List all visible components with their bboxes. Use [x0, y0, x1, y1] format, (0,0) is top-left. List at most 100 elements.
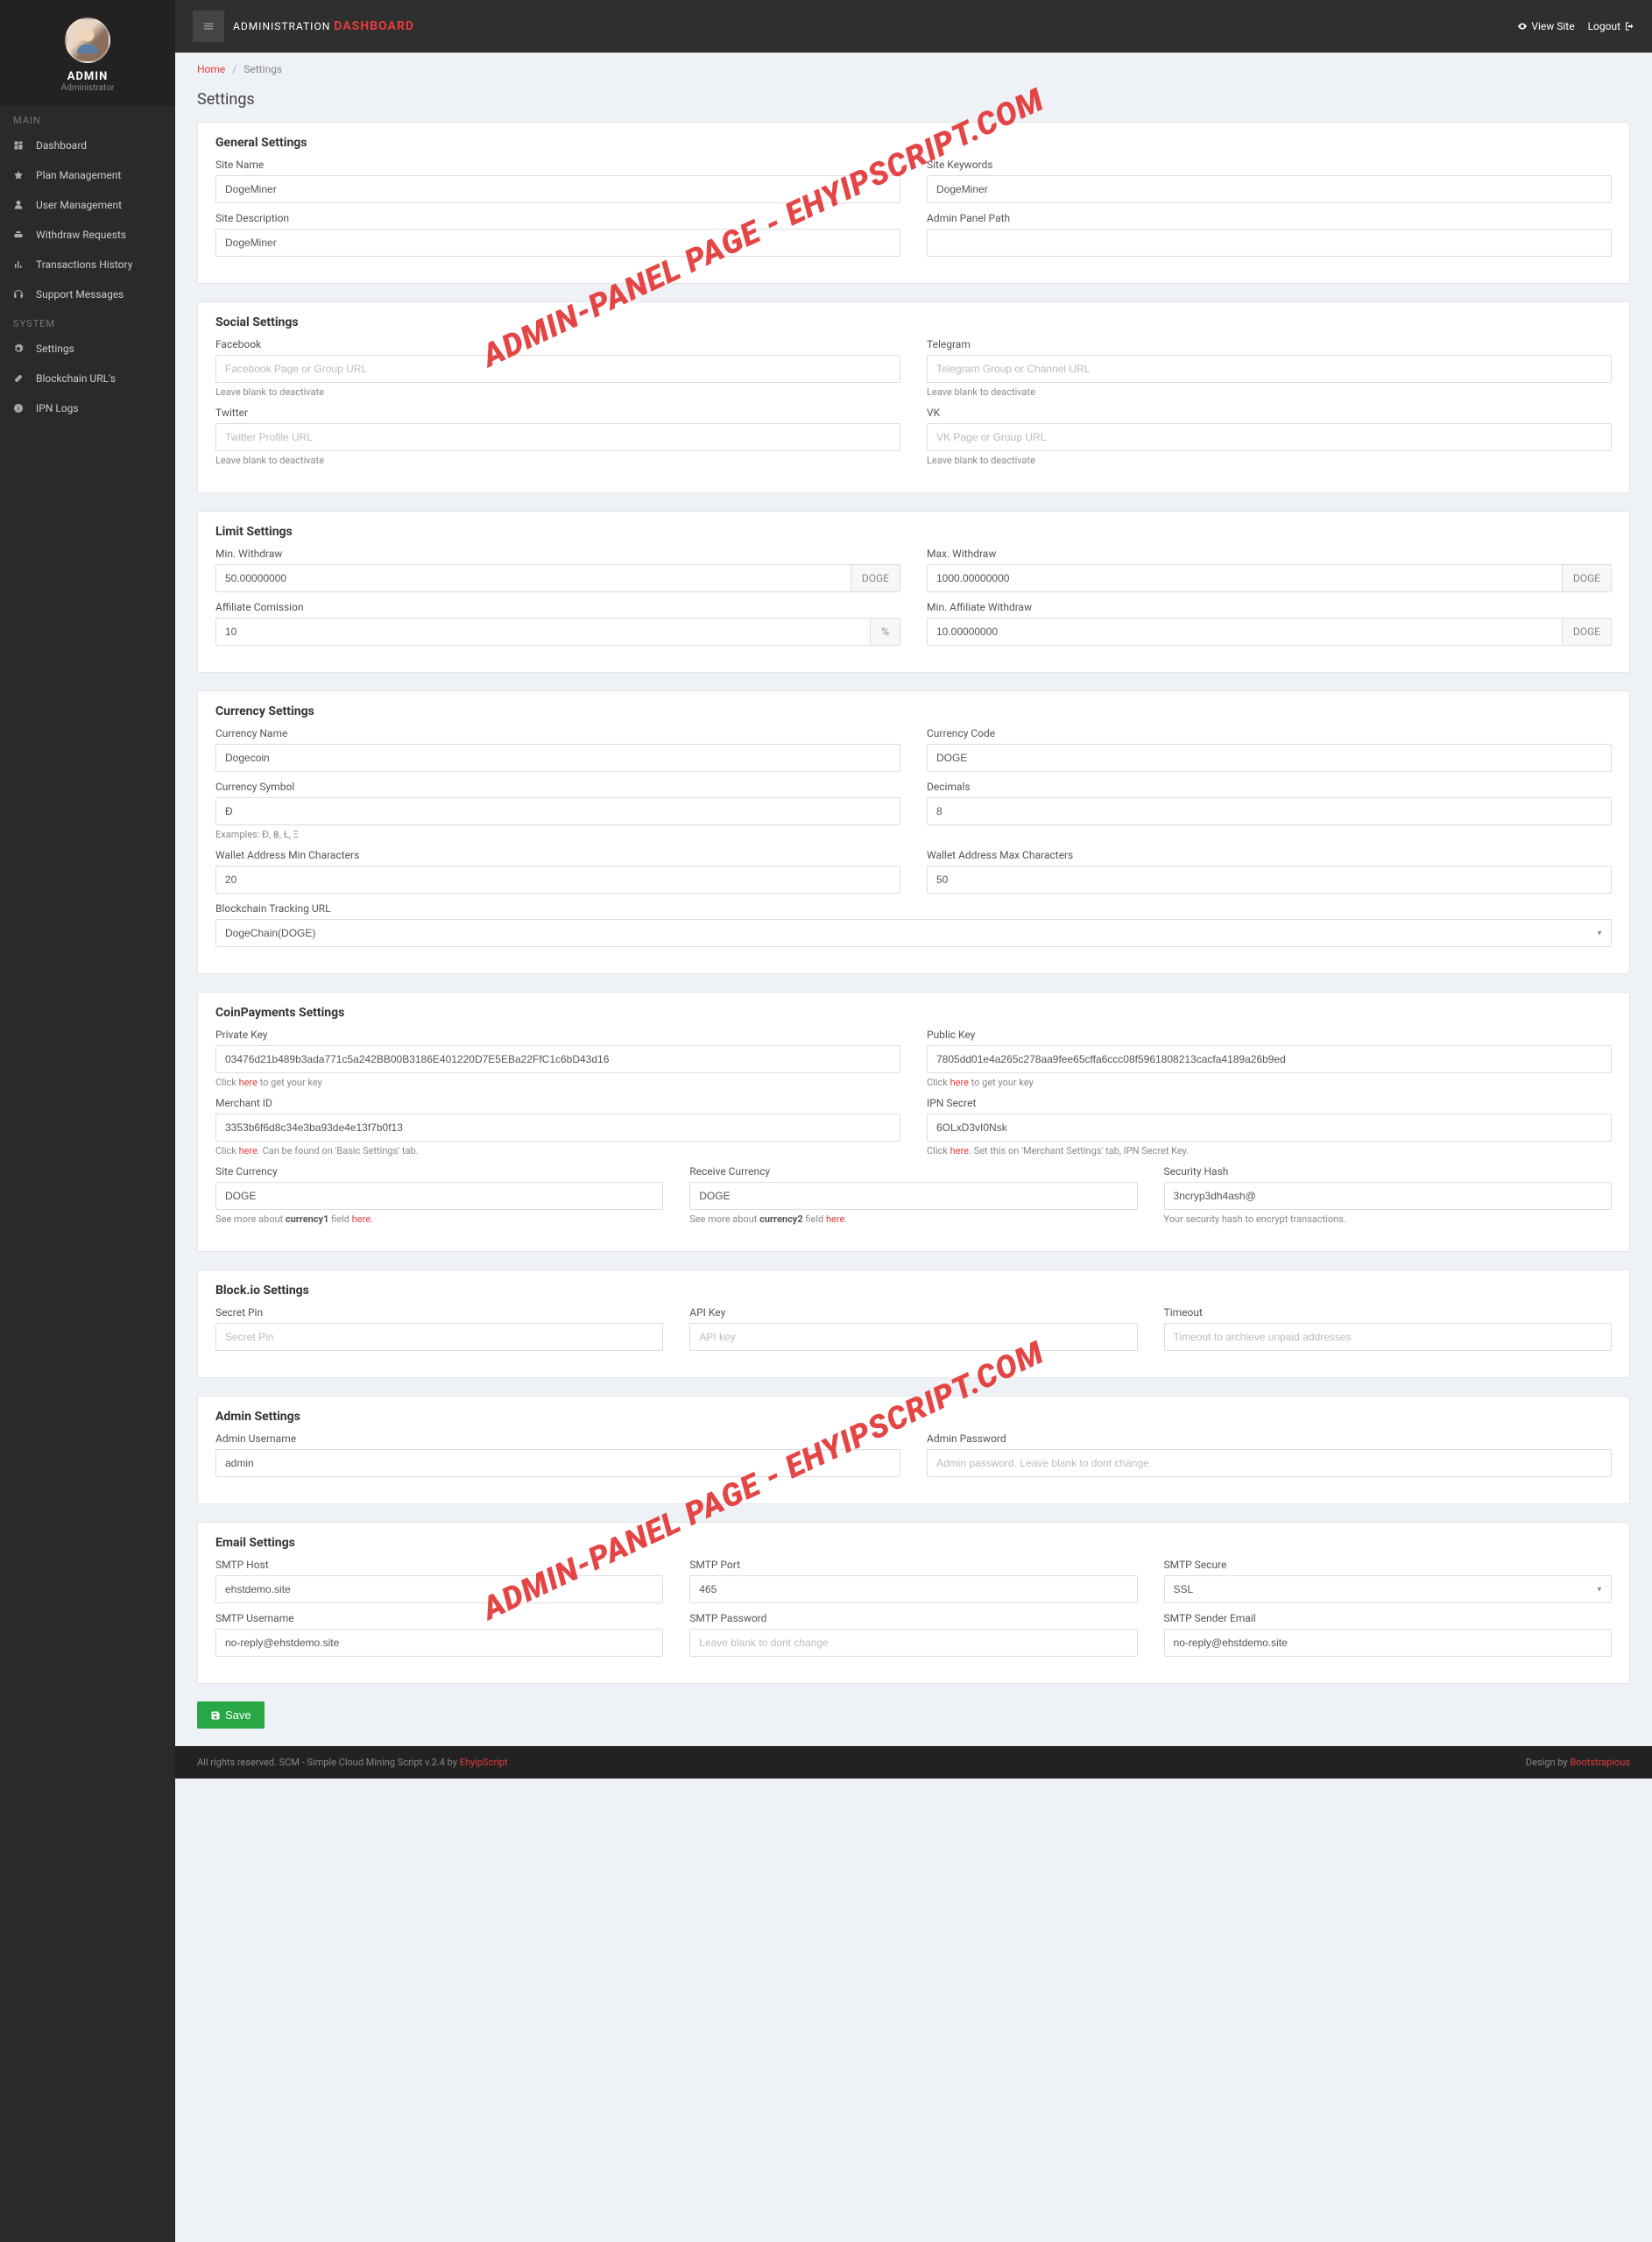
- sidebar-item-withdraw-requests[interactable]: Withdraw Requests: [0, 220, 175, 250]
- merchant-help-link[interactable]: here: [239, 1145, 258, 1156]
- site-cur-help-link[interactable]: here: [352, 1213, 371, 1225]
- ipn-help-link[interactable]: here: [950, 1145, 969, 1156]
- merchant-id-input[interactable]: [215, 1114, 900, 1142]
- plan-icon: [13, 170, 29, 180]
- profile-role: Administrator: [9, 83, 166, 93]
- brand-prefix: ADMINISTRATION: [233, 20, 330, 32]
- ipn-secret-input[interactable]: [927, 1114, 1612, 1142]
- sidebar-item-label: IPN Logs: [36, 402, 79, 414]
- max-withdraw-input[interactable]: [927, 564, 1562, 592]
- sidebar-item-label: Withdraw Requests: [36, 229, 126, 241]
- site-name-input[interactable]: [215, 175, 900, 203]
- sidebar-item-label: Plan Management: [36, 169, 121, 181]
- topbar: ADMINISTRATION DASHBOARD View Site Logou…: [175, 0, 1652, 53]
- sidebar-item-user-management[interactable]: User Management: [0, 190, 175, 220]
- facebook-input[interactable]: [215, 355, 900, 383]
- sidebar-heading-main: MAIN: [0, 106, 175, 131]
- footer: All rights reserved. SCM - Simple Cloud …: [175, 1746, 1652, 1779]
- email-settings-card: Email Settings SMTP Host SMTP Port SMTP …: [197, 1522, 1630, 1684]
- currency-name-input[interactable]: [215, 744, 900, 772]
- user-icon: [13, 200, 29, 210]
- save-button[interactable]: Save: [197, 1701, 265, 1729]
- blockchain-tracking-select[interactable]: DogeChain(DOGE): [215, 919, 1612, 947]
- smtp-username-input[interactable]: [215, 1629, 663, 1657]
- coinpayments-settings-card: CoinPayments Settings Private KeyClick h…: [197, 992, 1630, 1252]
- min-aff-withdraw-input[interactable]: [927, 618, 1562, 646]
- brand: ADMINISTRATION DASHBOARD: [233, 19, 414, 33]
- breadcrumb-home[interactable]: Home: [197, 63, 225, 75]
- sidebar-item-blockchain-url-s[interactable]: Blockchain URL's: [0, 364, 175, 393]
- smtp-secure-select[interactable]: SSL: [1164, 1575, 1612, 1603]
- footer-right-link[interactable]: Bootstrapious: [1570, 1757, 1630, 1768]
- breadcrumb: Home / Settings: [175, 53, 1652, 86]
- twitter-input[interactable]: [215, 423, 900, 451]
- menu-toggle[interactable]: [193, 11, 224, 42]
- smtp-password-input[interactable]: [689, 1629, 1137, 1657]
- sidebar-profile: ADMIN Administrator: [0, 0, 175, 106]
- wallet-max-chars-input[interactable]: [927, 866, 1612, 894]
- site-currency-input[interactable]: [215, 1182, 663, 1210]
- public-key-input[interactable]: [927, 1045, 1612, 1073]
- admin-path-input[interactable]: [927, 229, 1612, 257]
- currency-code-input[interactable]: [927, 744, 1612, 772]
- smtp-sender-input[interactable]: [1164, 1629, 1612, 1657]
- min-withdraw-input[interactable]: [215, 564, 851, 592]
- wallet-min-chars-input[interactable]: [215, 866, 900, 894]
- sidebar-item-label: Support Messages: [36, 288, 124, 301]
- support-icon: [13, 289, 29, 300]
- admin-settings-card: Admin Settings Admin Username Admin Pass…: [197, 1396, 1630, 1504]
- affiliate-input[interactable]: [215, 618, 870, 646]
- profile-name: ADMIN: [9, 70, 166, 83]
- secret-pin-input[interactable]: [215, 1323, 663, 1351]
- smtp-port-input[interactable]: [689, 1575, 1137, 1603]
- sidebar-item-label: Blockchain URL's: [36, 372, 116, 385]
- avatar: [65, 18, 110, 63]
- info-icon: [13, 403, 29, 414]
- currency-settings-card: Currency Settings Currency Name Currency…: [197, 690, 1630, 974]
- security-hash-input[interactable]: [1164, 1182, 1612, 1210]
- blockio-settings-card: Block.io Settings Secret Pin API Key Tim…: [197, 1270, 1630, 1378]
- social-settings-card: Social Settings Facebook Leave blank to …: [197, 301, 1630, 493]
- sidebar-item-ipn-logs[interactable]: IPN Logs: [0, 393, 175, 423]
- timeout-input[interactable]: [1164, 1323, 1612, 1351]
- private-key-input[interactable]: [215, 1045, 900, 1073]
- sidebar-item-transactions-history[interactable]: Transactions History: [0, 250, 175, 279]
- sidebar-item-settings[interactable]: Settings: [0, 334, 175, 364]
- admin-password-input[interactable]: [927, 1449, 1612, 1477]
- breadcrumb-current: Settings: [244, 63, 282, 75]
- sidebar: ADMIN Administrator MAIN Dashboard Plan M…: [0, 0, 175, 2242]
- smtp-host-input[interactable]: [215, 1575, 663, 1603]
- page-title: Settings: [175, 86, 1652, 122]
- site-keywords-input[interactable]: [927, 175, 1612, 203]
- sidebar-item-label: Dashboard: [36, 139, 87, 152]
- limit-settings-card: Limit Settings Min. Withdraw DOGE Max. W…: [197, 511, 1630, 673]
- logout-link[interactable]: Logout: [1588, 20, 1634, 32]
- decimals-input[interactable]: [927, 797, 1612, 825]
- view-site-link[interactable]: View Site: [1517, 20, 1574, 32]
- brand-highlight: DASHBOARD: [334, 19, 414, 33]
- currency-symbol-input[interactable]: [215, 797, 900, 825]
- sidebar-heading-system: SYSTEM: [0, 309, 175, 334]
- sidebar-item-support-messages[interactable]: Support Messages: [0, 279, 175, 309]
- admin-username-input[interactable]: [215, 1449, 900, 1477]
- public-help-link[interactable]: here: [950, 1077, 969, 1088]
- private-help-link[interactable]: here: [239, 1077, 258, 1088]
- sidebar-item-label: User Management: [36, 199, 122, 211]
- receive-currency-input[interactable]: [689, 1182, 1137, 1210]
- dashboard-icon: [13, 140, 29, 151]
- site-description-input[interactable]: [215, 229, 900, 257]
- sidebar-item-plan-management[interactable]: Plan Management: [0, 160, 175, 190]
- footer-left-link[interactable]: EhyipScript: [460, 1757, 508, 1768]
- api-key-input[interactable]: [689, 1323, 1137, 1351]
- withdraw-icon: [13, 230, 29, 240]
- general-settings-card: General Settings Site Name Site Keywords: [197, 122, 1630, 284]
- sidebar-item-label: Transactions History: [36, 258, 132, 271]
- sidebar-item-dashboard[interactable]: Dashboard: [0, 131, 175, 160]
- gear-icon: [13, 343, 29, 354]
- chart-icon: [13, 259, 29, 270]
- link-icon: [13, 373, 29, 384]
- telegram-input[interactable]: [927, 355, 1612, 383]
- receive-cur-help-link[interactable]: here: [826, 1213, 844, 1225]
- vk-input[interactable]: [927, 423, 1612, 451]
- sidebar-item-label: Settings: [36, 343, 74, 355]
